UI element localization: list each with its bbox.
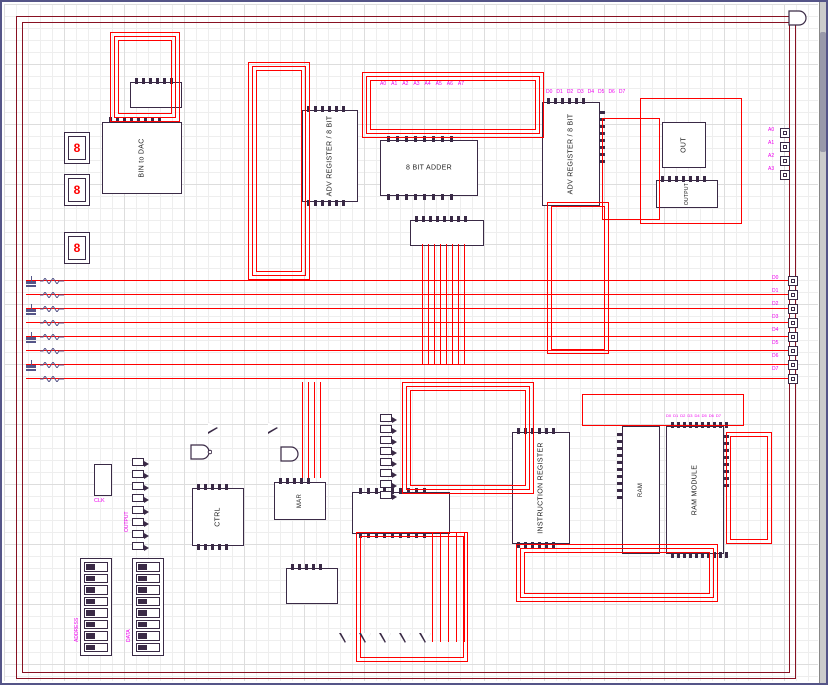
bus-right-labels: D0D1D2D3D4D5D6D7 (772, 276, 778, 372)
ic-ram-label: RAM MODULE (692, 465, 699, 515)
io-pad-r2[interactable] (780, 142, 790, 152)
resistor-icon (40, 362, 64, 368)
resistor-icon (40, 334, 64, 340)
led-column-b (380, 414, 392, 499)
ic-dac[interactable]: BIN to DAC (102, 122, 182, 194)
seven-seg-1-icon (64, 132, 90, 164)
ic-ctrl[interactable]: CTRL (192, 488, 244, 546)
buffer-row (340, 632, 430, 644)
bus-pad[interactable] (788, 332, 798, 342)
ic-ram-a-label: RAM (638, 483, 644, 497)
seven-seg-3-icon (64, 232, 90, 264)
gnd-icon (26, 360, 36, 370)
ic-b-reg[interactable] (410, 220, 484, 246)
buffer-icon (208, 422, 218, 434)
dip-switch-2[interactable] (132, 558, 164, 656)
adder-top-labels: A0A1A2A3A4A5A6A7 (380, 82, 464, 87)
ic-dac-label: BIN to DAC (139, 138, 146, 177)
and-gate-b-icon (280, 446, 300, 467)
io-pad-r4[interactable] (780, 170, 790, 180)
dip1-label: ADDRESS (74, 618, 80, 642)
bus-pad[interactable] (788, 276, 798, 286)
nand-gate-icon (190, 444, 212, 465)
buffer-b-icon (268, 422, 278, 434)
io-pad-r3[interactable] (780, 156, 790, 166)
bus-pad[interactable] (788, 304, 798, 314)
dip2-label: DATA (126, 629, 132, 642)
bus-pad[interactable] (788, 318, 798, 328)
ic-adder-label: 8 BIT ADDER (406, 165, 452, 172)
resistor-icon (40, 348, 64, 354)
ic-mar[interactable]: MAR (274, 482, 326, 520)
resistor-icon (40, 306, 64, 312)
schematic-canvas[interactable]: BIN to DAC ADV REGISTER / 8 BIT 8 BIT AD… (0, 0, 828, 685)
resistor-icon (40, 320, 64, 326)
bus-pad[interactable] (788, 374, 798, 384)
bus-pad[interactable] (788, 360, 798, 370)
gnd-icon (26, 332, 36, 342)
bus-pad[interactable] (788, 290, 798, 300)
io-pad-r1[interactable] (780, 128, 790, 138)
resistor-icon (40, 376, 64, 382)
ic-pc-label: ADV REGISTER / 8 BIT (327, 116, 334, 197)
ic-acc-label: ADV REGISTER / 8 BIT (568, 114, 575, 195)
ram-top-labels: D0D1D2D3D4D5D6D7 (666, 414, 721, 418)
gnd-icon (26, 304, 36, 314)
led-column (132, 458, 144, 550)
ic-pc[interactable]: ADV REGISTER / 8 BIT (302, 110, 358, 202)
bus-pad[interactable] (788, 346, 798, 356)
gnd-icon (26, 276, 36, 286)
resistor-icon (40, 278, 64, 284)
seven-seg-2-icon (64, 174, 90, 206)
ic-acc[interactable]: ADV REGISTER / 8 BIT (542, 102, 600, 206)
ic-ram-a[interactable]: RAM (622, 426, 660, 554)
ic-ctrl-label: CTRL (215, 507, 222, 526)
osc-icon (94, 464, 112, 496)
led-label: OUTPUT (124, 511, 130, 532)
and-gate-icon (788, 10, 808, 31)
clk-label: CLK (94, 498, 105, 504)
resistor-icon (40, 292, 64, 298)
ic-adder[interactable]: 8 BIT ADDER (380, 140, 478, 196)
scrollbar-thumb[interactable] (820, 32, 826, 152)
io-right-labels: A0A1A2A3 (768, 128, 774, 172)
vertical-scrollbar[interactable] (819, 2, 826, 683)
ic-decoder[interactable] (352, 492, 450, 534)
acc-top-labels: D0D1D2D3D4D5D6D7 (546, 90, 625, 95)
ic-ram[interactable]: RAM MODULE (666, 426, 724, 554)
ic-sub[interactable] (286, 568, 338, 604)
ic-mar-label: MAR (297, 494, 303, 508)
ic-ir-label: INSTRUCTION REGISTER (538, 442, 545, 534)
dip-switch-1[interactable] (80, 558, 112, 656)
